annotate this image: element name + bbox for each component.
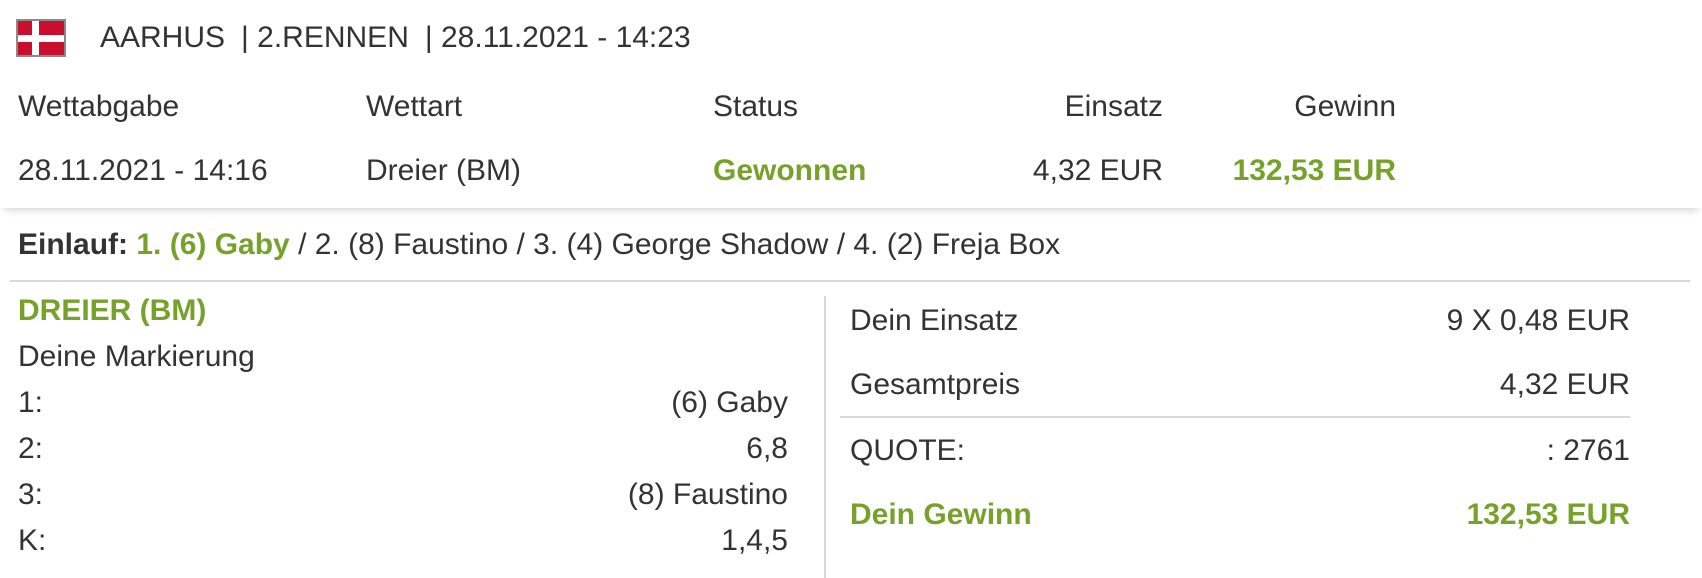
value-einsatz: 4,32 EUR <box>1032 154 1163 187</box>
einsatz-label: Dein Einsatz <box>850 304 1019 337</box>
list-item: 1: (6) Gaby <box>18 386 788 420</box>
denmark-flag-icon <box>16 19 66 57</box>
einlauf-result: Einlauf: 1. (6) Gaby / 2. (8) Faustino /… <box>18 228 1060 262</box>
race-header: AARHUS | 2.RENNEN | 28.11.2021 - 14:23 <box>16 18 691 58</box>
mark-key: K: <box>18 524 47 557</box>
mark-key: 3: <box>18 478 44 511</box>
bet-summary-panel: AARHUS | 2.RENNEN | 28.11.2021 - 14:23 W… <box>0 0 1702 208</box>
bet-type-title: DREIER (BM) <box>18 294 207 327</box>
einlauf-first: 1. (6) Gaby <box>136 228 290 261</box>
quote-row: QUOTE: : 2761 <box>850 434 1630 468</box>
race-track: AARHUS <box>100 21 226 54</box>
value-gewinn: 132,53 EUR <box>1232 154 1396 187</box>
gesamtpreis-label: Gesamtpreis <box>850 368 1021 401</box>
value-wettart: Dreier (BM) <box>366 154 521 187</box>
list-item: 2: 6,8 <box>18 432 788 466</box>
quote-label: QUOTE: <box>850 434 966 467</box>
einlauf-fourth: / 4. (2) Freja Box <box>836 228 1061 261</box>
einsatz-value: 9 X 0,48 EUR <box>1446 304 1630 337</box>
totals-divider <box>840 416 1630 418</box>
race-number: | 2.RENNEN <box>241 21 409 54</box>
mark-key: 2: <box>18 432 44 465</box>
gesamtpreis-value: 4,32 EUR <box>1499 368 1630 401</box>
gesamtpreis-row: Gesamtpreis 4,32 EUR <box>850 368 1630 402</box>
mark-key: 1: <box>18 386 44 419</box>
einlauf-label: Einlauf: <box>18 228 128 261</box>
einlauf-second: / 2. (8) Faustino <box>298 228 509 261</box>
gewinn-row: Dein Gewinn 132,53 EUR <box>850 498 1630 532</box>
list-item: 3: (8) Faustino <box>18 478 788 512</box>
mark-value: (6) Gaby <box>671 386 788 419</box>
gewinn-value: 132,53 EUR <box>1466 498 1630 531</box>
header-wettart: Wettart <box>366 90 463 123</box>
mark-value: 1,4,5 <box>721 524 788 557</box>
header-gewinn: Gewinn <box>1294 90 1396 123</box>
einlauf-third: / 3. (4) George Shadow <box>516 228 829 261</box>
race-datetime: | 28.11.2021 - 14:23 <box>424 21 691 54</box>
quote-value: : 2761 <box>1546 434 1630 467</box>
mark-value: (8) Faustino <box>627 478 788 511</box>
gewinn-label: Dein Gewinn <box>850 498 1032 531</box>
markierung-label: Deine Markierung <box>18 340 255 373</box>
header-wettabgabe: Wettabgabe <box>18 90 180 123</box>
mark-value: 6,8 <box>746 432 788 465</box>
einlauf-divider <box>10 280 1690 282</box>
einsatz-row: Dein Einsatz 9 X 0,48 EUR <box>850 304 1630 338</box>
status-badge: Gewonnen <box>713 154 867 187</box>
list-item: K: 1,4,5 <box>18 524 788 558</box>
value-wettabgabe: 28.11.2021 - 14:16 <box>18 154 268 187</box>
column-divider <box>824 296 826 578</box>
header-status: Status <box>713 90 799 123</box>
header-einsatz: Einsatz <box>1064 90 1163 123</box>
